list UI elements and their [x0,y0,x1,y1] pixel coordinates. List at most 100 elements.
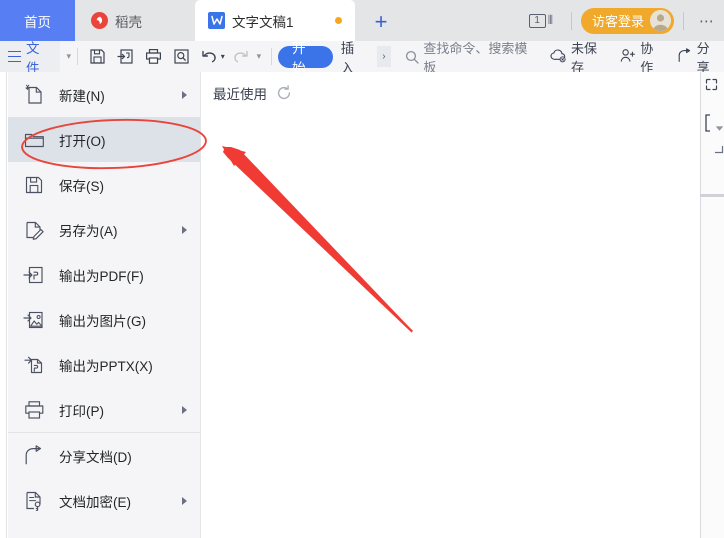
toolbar-right-items: 未保存 协作 分享 [539,38,724,76]
guest-login-button[interactable]: 访客登录 [580,7,674,34]
share-document-icon [21,443,47,469]
recent-files-pane: 最近使用 [202,72,724,538]
menu-item-document-encrypt[interactable]: 文档加密(E) [8,478,200,523]
divider [77,48,79,65]
unsaved-status-label: 未保存 [570,40,597,75]
export-image-icon [21,307,47,333]
collaborate-icon [620,48,640,66]
undo-dropdown-caret-icon[interactable]: ▾ [221,52,225,61]
menu-item-save[interactable]: 保存(S) [8,162,200,207]
panel-scrollbar[interactable] [700,194,724,197]
wps-writer-icon [208,12,225,29]
main-toolbar: 文件 ▾ ▾ ▾ 开始 插入 › 查找命令、搜索模板 未保存 协作 分享 [0,41,724,76]
search-icon [405,50,420,64]
menu-item-new[interactable]: 新建(N) [8,72,200,117]
menu-item-export-pptx[interactable]: 输出为PPTX(X) [8,342,200,387]
file-menu-panel: 新建(N) 打开(O) 保存(S) 另存为(A) 输出为PDF(F) 输出为图片… [8,72,201,538]
chevron-right-icon [182,225,187,234]
ribbon-next-button[interactable]: › [376,46,392,67]
refresh-icon[interactable] [276,85,292,101]
new-tab-button[interactable]: + [368,9,394,35]
recent-used-label: 最近使用 [213,87,267,102]
left-edge-strip [0,72,7,538]
window-tab-strip: 首页 稻壳 文字文稿1 [0,0,355,41]
export-pdf-icon [21,262,47,288]
title-bar-right-controls: 1 ⦀ 访客登录 ⋯ [528,0,724,41]
menu-item-document-encrypt-label: 文档加密(E) [59,494,131,510]
panel-caret-down-icon[interactable] [715,122,724,134]
menu-item-export-image-label: 输出为图片(G) [59,313,146,329]
right-docked-panel[interactable] [700,72,724,538]
tab-home[interactable]: 首页 [0,0,75,41]
menu-item-save-label: 保存(S) [59,178,104,194]
tab-docer-label: 稻壳 [115,14,142,30]
save-as-pencil-icon [21,217,47,243]
search-input[interactable]: 查找命令、搜索模板 [405,38,539,76]
menu-item-save-as-label: 另存为(A) [59,223,118,239]
unsaved-status-button[interactable]: 未保存 [550,38,609,76]
menu-item-share-document-label: 分享文档(D) [59,449,132,465]
printer-icon [21,397,47,423]
new-document-icon [21,82,47,108]
menu-item-print[interactable]: 打印(P) [8,387,200,432]
chevron-down-icon[interactable]: ▾ [67,51,72,62]
print-preview-icon[interactable] [169,45,193,69]
cloud-unsaved-icon [550,48,571,66]
ribbon-tab-insert[interactable]: 插入 [333,41,376,76]
menu-item-save-as[interactable]: 另存为(A) [8,207,200,252]
tab-document-1-label: 文字文稿1 [232,14,294,30]
tab-docer[interactable]: 稻壳 [75,0,195,41]
menu-item-open[interactable]: 打开(O) [8,117,200,162]
panel-bracket-icon [704,114,713,134]
save-disk-icon [21,172,47,198]
document-lock-icon [21,488,47,514]
menu-item-export-image[interactable]: 输出为图片(G) [8,297,200,342]
menu-item-export-pdf-label: 输出为PDF(F) [59,268,144,284]
chevron-right-icon [182,405,187,414]
search-placeholder-text: 查找命令、搜索模板 [423,40,528,75]
redo-icon [229,45,253,69]
guest-login-label: 访客登录 [591,14,644,29]
file-menu-button[interactable]: 文件 [0,41,60,76]
menu-item-print-label: 打印(P) [59,403,104,419]
print-icon[interactable] [142,45,166,69]
chevron-right-icon [182,496,187,505]
share-button[interactable]: 分享 [677,38,722,76]
save-as-icon[interactable] [114,45,138,69]
titlebar-more-button[interactable]: ⋯ [693,12,720,30]
save-icon[interactable] [86,45,110,69]
tab-home-label: 首页 [24,14,51,30]
docer-logo-icon [91,12,108,29]
window-count-value: 1 [528,13,546,28]
file-menu-label: 文件 [26,40,40,76]
chevron-right-icon [182,90,187,99]
undo-icon[interactable] [197,45,221,69]
panel-corner-icon-2 [713,145,724,158]
window-stack-icon: ⦀ [547,13,553,27]
hamburger-icon [8,49,21,64]
window-count-button[interactable]: 1 ⦀ [528,13,553,28]
export-pptx-icon [21,352,47,378]
menu-item-export-pdf[interactable]: 输出为PDF(F) [8,252,200,297]
open-folder-icon [21,127,47,153]
title-bar: 首页 稻壳 文字文稿1 + 1 ⦀ 访客登录 ⋯ [0,0,724,41]
menu-item-export-pptx-label: 输出为PPTX(X) [59,358,153,374]
menu-item-open-label: 打开(O) [59,133,106,149]
quick-access-more-icon[interactable]: ▾ [257,51,262,62]
recent-used-header: 最近使用 [213,83,292,103]
body-area: 新建(N) 打开(O) 保存(S) 另存为(A) 输出为PDF(F) 输出为图片… [0,72,724,538]
share-label: 分享 [696,40,710,75]
collaborate-label: 协作 [640,40,654,75]
panel-corner-icon-1 [705,78,718,93]
collaborate-button[interactable]: 协作 [620,38,665,76]
divider [683,11,684,30]
share-icon [677,47,697,66]
unsaved-indicator-dot [335,17,342,24]
divider [570,11,572,30]
menu-item-new-label: 新建(N) [59,88,105,104]
avatar [650,10,671,31]
wps-writer-window: 首页 稻壳 文字文稿1 + 1 ⦀ 访客登录 ⋯ 文件 ▾ ▾ ▾ 开始 插入 … [0,0,724,538]
ribbon-tab-home[interactable]: 开始 [278,41,333,76]
tab-document-1[interactable]: 文字文稿1 [195,0,355,41]
menu-item-share-document[interactable]: 分享文档(D) [8,433,200,478]
